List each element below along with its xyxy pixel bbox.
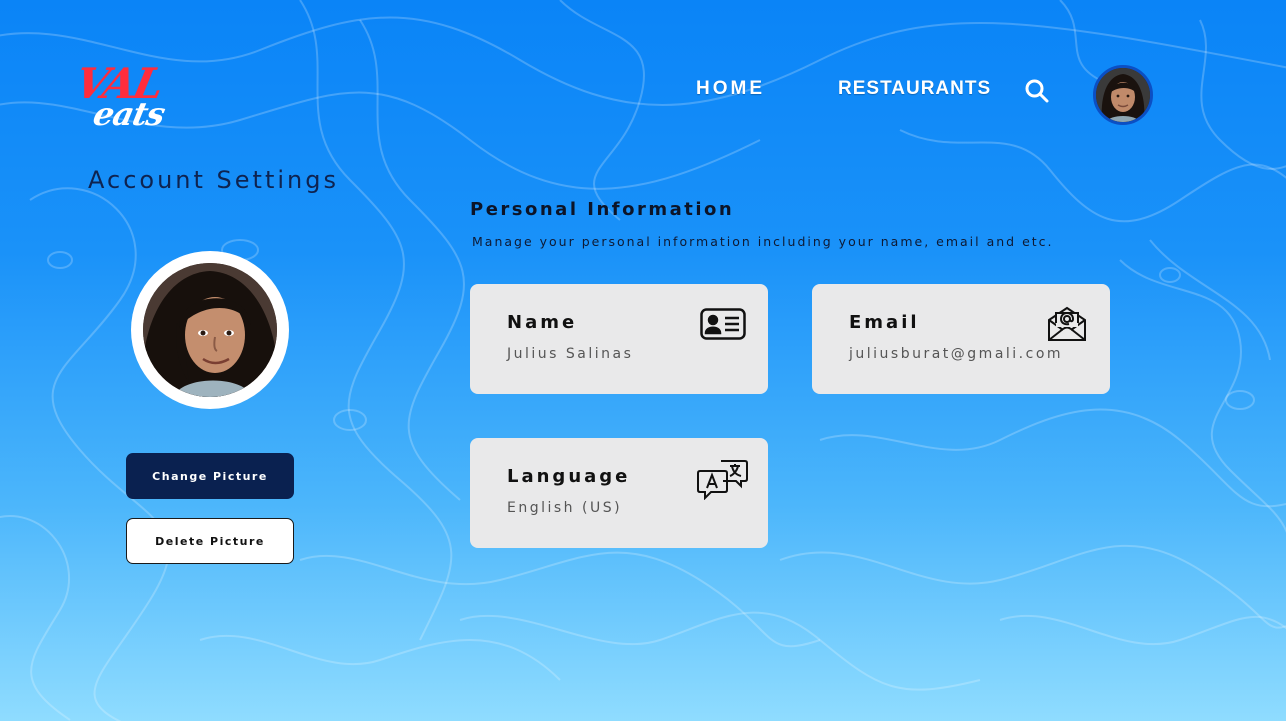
card-value: Julius Salinas xyxy=(507,346,634,362)
id-card-icon xyxy=(700,308,746,340)
avatar-photo-icon xyxy=(1096,68,1150,122)
translate-icon xyxy=(697,460,748,500)
section-subtitle: Manage your personal information includi… xyxy=(472,234,1054,249)
envelope-icon xyxy=(1048,306,1086,341)
logo[interactable]: VAL eats xyxy=(71,59,172,140)
card-value: juliusburat@gmali.com xyxy=(849,346,1064,362)
avatar[interactable] xyxy=(1093,65,1153,125)
card-label: Email xyxy=(849,312,920,333)
profile-picture xyxy=(131,251,289,409)
email-card[interactable]: Email juliusburat@gmali.com xyxy=(812,284,1110,394)
profile-photo-icon xyxy=(143,263,277,397)
card-label: Language xyxy=(507,466,631,487)
nav-home[interactable]: HOME xyxy=(696,78,765,100)
logo-eats: eats xyxy=(89,95,168,133)
section-title: Personal Information xyxy=(470,199,735,220)
card-label: Name xyxy=(507,312,578,333)
card-value: English (US) xyxy=(507,500,623,516)
nav-restaurants[interactable]: RESTAURANTS xyxy=(838,78,991,100)
change-picture-button[interactable]: Change Picture xyxy=(126,453,294,499)
page-title: Account Settings xyxy=(88,166,339,194)
delete-picture-button[interactable]: Delete Picture xyxy=(126,518,294,564)
search-icon[interactable] xyxy=(1024,78,1050,104)
language-card[interactable]: Language English (US) xyxy=(470,438,768,548)
profile-photo xyxy=(143,263,277,397)
name-card[interactable]: Name Julius Salinas xyxy=(470,284,768,394)
